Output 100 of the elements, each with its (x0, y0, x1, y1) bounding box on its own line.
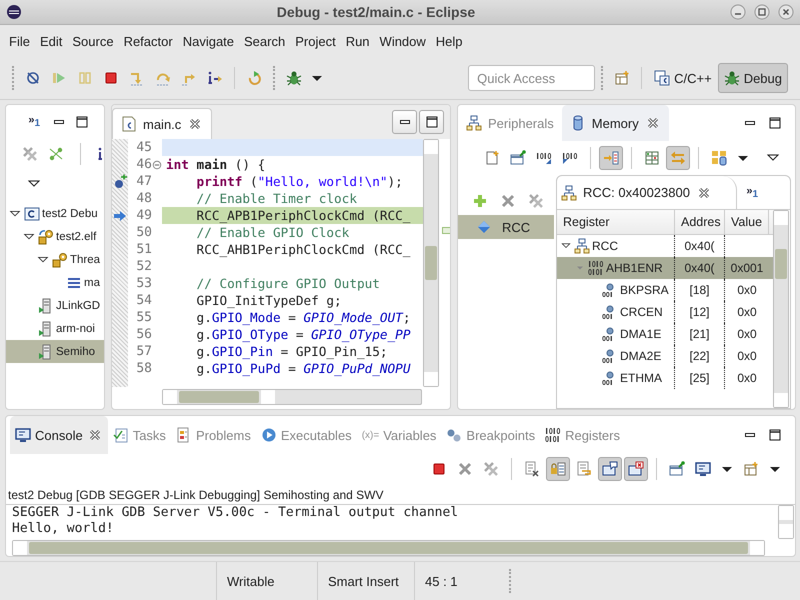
menu-item[interactable]: Search (239, 34, 290, 48)
tree-item[interactable]: test2.elf (6, 225, 104, 248)
view-tab[interactable]: Peripherals (458, 105, 562, 141)
table-cell: BKPSRA (620, 283, 669, 297)
table-cell: [21] (675, 323, 725, 345)
tree-item[interactable]: ma (6, 271, 104, 294)
line-number: 53 (135, 275, 152, 292)
stop-icon[interactable] (103, 70, 119, 86)
breakpoint-icon[interactable] (112, 174, 128, 190)
connected-nodes-icon[interactable] (48, 146, 64, 162)
bug-icon[interactable] (286, 70, 302, 86)
tree-item[interactable]: test2 Debu (6, 202, 104, 225)
tree-item[interactable]: Semiho (6, 340, 104, 363)
gear-box-icon (38, 228, 54, 244)
table-cell: DMA2E (620, 349, 662, 363)
minimize-icon[interactable] (745, 433, 755, 437)
stop-icon (431, 461, 447, 477)
menu-item[interactable]: Refactor (118, 34, 178, 48)
overview-marker (442, 227, 450, 234)
view-tab[interactable]: Problems (170, 416, 256, 454)
maximize-icon[interactable] (74, 114, 90, 130)
line-number: 46 (135, 156, 152, 173)
scrollbar[interactable] (773, 210, 789, 408)
tree-item[interactable]: arm-noi (6, 317, 104, 340)
code-line: // Enable Timer clock (196, 190, 358, 207)
table-cell: [18] (675, 279, 725, 301)
quick-access-field[interactable]: Quick Access (468, 65, 596, 91)
toolbar-button[interactable] (624, 457, 648, 481)
menu-item[interactable]: Run (340, 34, 375, 48)
collapse-icon[interactable] (152, 160, 162, 170)
line-number: 51 (135, 241, 152, 258)
window-plus-icon (743, 461, 759, 477)
editor-tab[interactable]: main.c (112, 108, 212, 139)
column-header[interactable]: Register (557, 210, 675, 234)
tab-label: main.c (143, 116, 182, 132)
scrollbar[interactable] (423, 139, 439, 387)
close-icon[interactable] (778, 4, 794, 20)
maximize-icon[interactable] (767, 427, 783, 443)
table-cell: AHB1ENR (606, 261, 663, 275)
rendering-tab[interactable]: RCC: 0x40023800 (557, 176, 737, 209)
document-arrow-icon (576, 461, 592, 477)
instruction-step-icon[interactable] (207, 70, 223, 86)
line-number: 47 (135, 173, 152, 190)
maximize-icon[interactable] (767, 115, 783, 131)
view-tab[interactable]: Tasks (108, 416, 171, 454)
perspective-button[interactable]: Debug (718, 63, 788, 93)
menu-item[interactable]: Project (290, 34, 341, 48)
window-title: Debug - test2/main.c - Eclipse (276, 4, 476, 20)
maximize-button[interactable] (419, 110, 444, 134)
code-line: RCC_AHB1PeriphClockCmd (RCC_ (196, 241, 412, 258)
scrollbar[interactable] (162, 389, 422, 405)
tree-item[interactable]: JLinkGD (6, 294, 104, 317)
table-cell-text: 0x0 (736, 348, 758, 365)
view-tab[interactable]: Executables (256, 416, 357, 454)
menu-item[interactable]: Window (374, 34, 431, 48)
x-icon (457, 461, 473, 477)
window-plus-icon[interactable] (614, 70, 630, 86)
code-line: GPIO_InitTypeDef g; (196, 292, 343, 309)
monitor-item[interactable]: RCC (458, 215, 554, 239)
monitor-speech-icon (602, 461, 618, 477)
table-row[interactable]: AHB1ENR 0x40( 0x001 (557, 257, 773, 279)
line-number: 55 (135, 309, 152, 326)
scrollbar[interactable] (778, 505, 794, 539)
code-line: g.GPIO_Mode = GPIO_Mode_OUT; (196, 309, 412, 326)
menu-item[interactable]: Navigate (178, 34, 240, 48)
code-line: printf ("Hello, world!\n"); (196, 173, 404, 190)
view-tab[interactable]: Console (10, 416, 108, 454)
view-tab[interactable]: (x)= Variables (356, 416, 442, 454)
table-cell-text: 0x0 (736, 282, 758, 299)
line-number: 57 (135, 343, 152, 360)
table-cell: DMA1E (620, 327, 662, 341)
view-tab[interactable]: Breakpoints (441, 416, 540, 454)
menu-item[interactable]: Edit (34, 34, 68, 48)
tree-item[interactable]: Threa (6, 248, 104, 271)
menu-item[interactable]: Source (67, 34, 119, 48)
padlock-document-icon (550, 461, 566, 477)
app-icon (6, 4, 22, 20)
table-cell: [22] (675, 345, 725, 367)
toolbar-button[interactable] (598, 457, 622, 481)
column-header[interactable]: Addres (675, 210, 725, 234)
table-cell: 0x40( (675, 257, 725, 279)
minimize-icon (400, 120, 410, 124)
column-header[interactable]: Value (725, 210, 769, 234)
restart-icon[interactable] (246, 70, 262, 86)
line-number: 45 (135, 139, 152, 156)
minimize-icon[interactable] (54, 120, 64, 124)
minimize-icon[interactable] (745, 121, 755, 125)
code-line: g.GPIO_Pin = GPIO_Pin_15; (196, 343, 389, 360)
perspective-button[interactable]: C/C++ (648, 63, 718, 93)
binary-icon (545, 427, 562, 443)
view-tab[interactable]: Registers (540, 416, 625, 454)
slashed-circle-icon[interactable] (25, 70, 41, 86)
x-icon[interactable] (500, 193, 516, 209)
menu-item[interactable]: File (4, 34, 35, 48)
status-field: Writable (216, 562, 317, 600)
menu-item[interactable]: Help (430, 34, 468, 48)
code-line: g.GPIO_OType = GPIO_OType_PP (196, 326, 412, 343)
view-tab[interactable]: Memory (562, 105, 669, 141)
minimize-button[interactable] (392, 110, 417, 134)
scrollbar[interactable] (12, 540, 765, 556)
